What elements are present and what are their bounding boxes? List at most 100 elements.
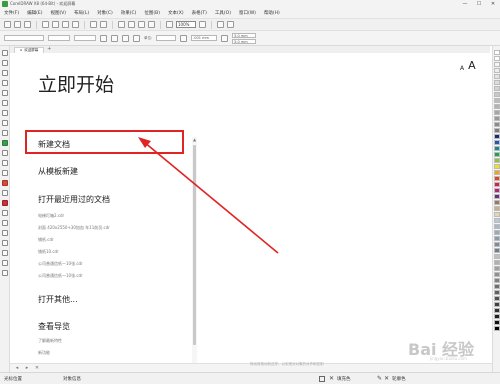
launch-icon[interactable] bbox=[227, 21, 234, 28]
shape-tool-icon[interactable] bbox=[2, 60, 8, 66]
duplicate-x-field[interactable]: 5.0 mm bbox=[232, 32, 257, 38]
swatch[interactable] bbox=[494, 284, 500, 289]
guide-item[interactable]: 新功能 bbox=[38, 350, 50, 356]
swatch[interactable] bbox=[494, 92, 500, 97]
zoom-level-select[interactable]: 100% bbox=[176, 21, 196, 28]
close-icon[interactable]: ✕ bbox=[34, 365, 40, 371]
print-icon[interactable] bbox=[42, 21, 49, 28]
parallel-dimension-tool-icon[interactable] bbox=[2, 160, 8, 166]
swatch[interactable] bbox=[494, 146, 500, 151]
outline-pen-icon[interactable] bbox=[2, 230, 8, 236]
swatch[interactable] bbox=[494, 176, 500, 181]
import-icon[interactable] bbox=[128, 21, 135, 28]
swatch[interactable] bbox=[494, 158, 500, 163]
swatch[interactable] bbox=[494, 80, 500, 85]
increase-text-size-button[interactable]: A bbox=[468, 59, 476, 72]
swatch[interactable] bbox=[494, 206, 500, 211]
recent-file-item[interactable]: 铺纸.cdr bbox=[38, 237, 54, 243]
swatch[interactable] bbox=[494, 68, 500, 73]
swatch[interactable] bbox=[494, 74, 500, 79]
scrollbar-thumb[interactable] bbox=[193, 145, 196, 345]
swatch[interactable] bbox=[494, 266, 500, 271]
open-other-link[interactable]: 打开其他... bbox=[38, 294, 78, 305]
menu-bitmaps[interactable]: 位图(B) bbox=[144, 10, 160, 16]
swatch[interactable] bbox=[494, 236, 500, 241]
scroll-left-icon[interactable]: ◂ bbox=[14, 365, 20, 371]
swatch[interactable] bbox=[494, 128, 500, 133]
swatch[interactable] bbox=[494, 122, 500, 127]
menu-effects[interactable]: 效果(C) bbox=[121, 10, 137, 16]
swatch[interactable] bbox=[494, 302, 500, 307]
swatch[interactable] bbox=[494, 104, 500, 109]
rectangle-tool-icon[interactable] bbox=[2, 110, 8, 116]
swatch[interactable] bbox=[494, 272, 500, 277]
menu-object[interactable]: 对象(C) bbox=[97, 10, 113, 16]
swatch[interactable] bbox=[494, 140, 500, 145]
new-file-icon[interactable] bbox=[4, 21, 11, 28]
swatch[interactable] bbox=[494, 62, 500, 67]
swatch[interactable] bbox=[494, 230, 500, 235]
swatch[interactable] bbox=[494, 254, 500, 259]
nudge-distance-field[interactable]: .001 mm bbox=[191, 35, 218, 41]
recent-file-item[interactable]: 公司普通信纸—10张.cdr bbox=[38, 273, 83, 279]
cut-icon[interactable] bbox=[52, 21, 59, 28]
page-height-field[interactable] bbox=[74, 35, 96, 41]
swatch[interactable] bbox=[494, 116, 500, 121]
current-page-icon[interactable] bbox=[133, 34, 140, 42]
menu-help[interactable]: 帮助(H) bbox=[264, 10, 280, 16]
menu-table[interactable]: 表格(T) bbox=[192, 10, 207, 16]
page-width-field[interactable] bbox=[48, 35, 70, 41]
all-pages-icon[interactable] bbox=[122, 34, 129, 42]
menu-window[interactable]: 窗口(W) bbox=[239, 10, 256, 16]
smart-fill-tool-icon[interactable] bbox=[2, 220, 8, 226]
properties-icon[interactable] bbox=[2, 250, 8, 256]
swatch[interactable] bbox=[494, 296, 500, 301]
text-tool-icon[interactable] bbox=[2, 150, 8, 156]
recent-file-item[interactable]: 电梯灯箱2.cdr bbox=[38, 213, 64, 219]
swatch[interactable] bbox=[494, 110, 500, 115]
freehand-tool-icon[interactable] bbox=[2, 90, 8, 96]
full-screen-icon[interactable] bbox=[166, 21, 173, 28]
connector-tool-icon[interactable] bbox=[2, 170, 8, 176]
ellipse-tool-icon[interactable] bbox=[2, 120, 8, 126]
swatch[interactable] bbox=[494, 218, 500, 223]
swatch[interactable] bbox=[494, 326, 500, 331]
interactive-fill-tool-icon[interactable] bbox=[2, 210, 8, 216]
swatch[interactable] bbox=[494, 224, 500, 229]
open-file-icon[interactable] bbox=[14, 21, 21, 28]
drop-shadow-tool-icon[interactable] bbox=[2, 180, 8, 186]
polygon-tool-icon[interactable] bbox=[2, 130, 8, 136]
swatch[interactable] bbox=[494, 194, 500, 199]
pick-tool-icon[interactable] bbox=[2, 50, 8, 56]
copy-icon[interactable] bbox=[62, 21, 69, 28]
units-select[interactable] bbox=[156, 35, 177, 41]
recent-file-item[interactable]: 铺纸10.cdr bbox=[38, 249, 59, 255]
gear-icon[interactable] bbox=[217, 21, 224, 28]
redo-icon[interactable] bbox=[100, 21, 107, 28]
undo-icon[interactable] bbox=[90, 21, 97, 28]
recent-file-item[interactable]: 封面 420x2550+30加血 车11前员.cdr bbox=[38, 225, 110, 231]
swatch[interactable] bbox=[494, 170, 500, 175]
swatch[interactable] bbox=[494, 134, 500, 139]
publish-pdf-icon[interactable] bbox=[148, 21, 155, 28]
swatch[interactable] bbox=[494, 242, 500, 247]
swatch[interactable] bbox=[494, 290, 500, 295]
save-icon[interactable] bbox=[24, 21, 31, 28]
landscape-icon[interactable] bbox=[111, 34, 118, 42]
swatch[interactable] bbox=[494, 260, 500, 265]
crop-tool-icon[interactable] bbox=[2, 70, 8, 76]
export-icon[interactable] bbox=[138, 21, 145, 28]
page-nav-icon[interactable]: ▸ bbox=[24, 365, 30, 371]
recent-file-item[interactable]: 公司普通信纸—10张.cdr bbox=[38, 261, 83, 267]
menu-file[interactable]: 文件(F) bbox=[4, 10, 19, 16]
portrait-icon[interactable] bbox=[100, 34, 107, 42]
swatch[interactable] bbox=[494, 308, 500, 313]
swatch[interactable] bbox=[494, 320, 500, 325]
close-button[interactable]: ✕ bbox=[486, 0, 500, 8]
swatch[interactable] bbox=[494, 86, 500, 91]
transparency-tool-icon[interactable] bbox=[2, 190, 8, 196]
swatch-none[interactable] bbox=[494, 50, 500, 55]
menu-edit[interactable]: 编辑(E) bbox=[27, 10, 42, 16]
nav-list-scrollbar[interactable]: ▲ bbox=[192, 137, 197, 363]
play-icon[interactable] bbox=[2, 140, 8, 146]
